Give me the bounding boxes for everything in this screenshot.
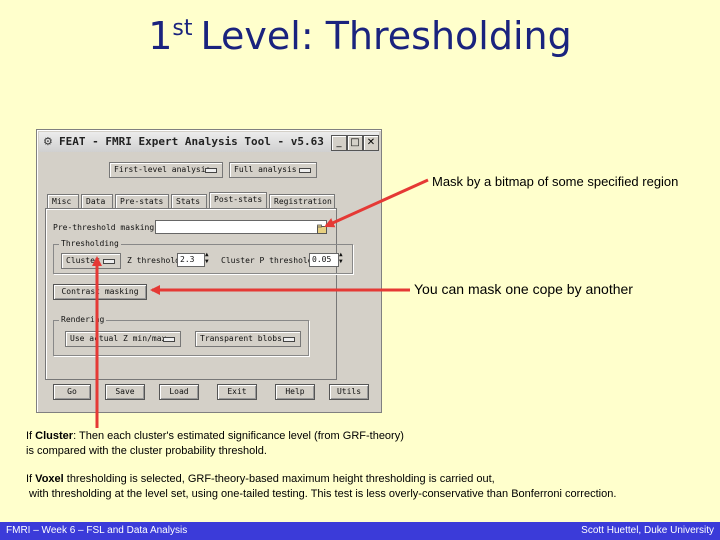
voxel-prefix: If [26, 473, 36, 485]
cluster-prefix: If [26, 430, 36, 442]
annotation-arrows [92, 178, 429, 428]
footer-left: FMRI – Week 6 – FSL and Data Analysis [6, 525, 188, 536]
annotation-cluster: If Cluster: Then each cluster's estimate… [26, 430, 404, 442]
annotation-cluster-line2: is compared with the cluster probability… [26, 445, 267, 457]
annotation-mask-cope: You can mask one cope by another [414, 281, 633, 297]
cluster-rest: : Then each cluster's estimated signific… [73, 430, 404, 442]
footer-bar: FMRI – Week 6 – FSL and Data Analysis Sc… [0, 522, 720, 540]
arrow-to-prethreshold [324, 178, 429, 228]
voxel-rest: thresholding is selected, GRF-theory-bas… [63, 473, 495, 485]
annotation-voxel: If Voxel thresholding is selected, GRF-t… [26, 473, 495, 485]
cluster-bold: Cluster [35, 430, 74, 442]
annotation-mask-bitmap: Mask by a bitmap of some specified regio… [432, 174, 679, 189]
voxel-bold: Voxel [35, 473, 64, 485]
annotation-voxel-line2: with thresholding at the level set, usin… [29, 488, 617, 500]
footer-right: Scott Huettel, Duke University [581, 525, 714, 536]
